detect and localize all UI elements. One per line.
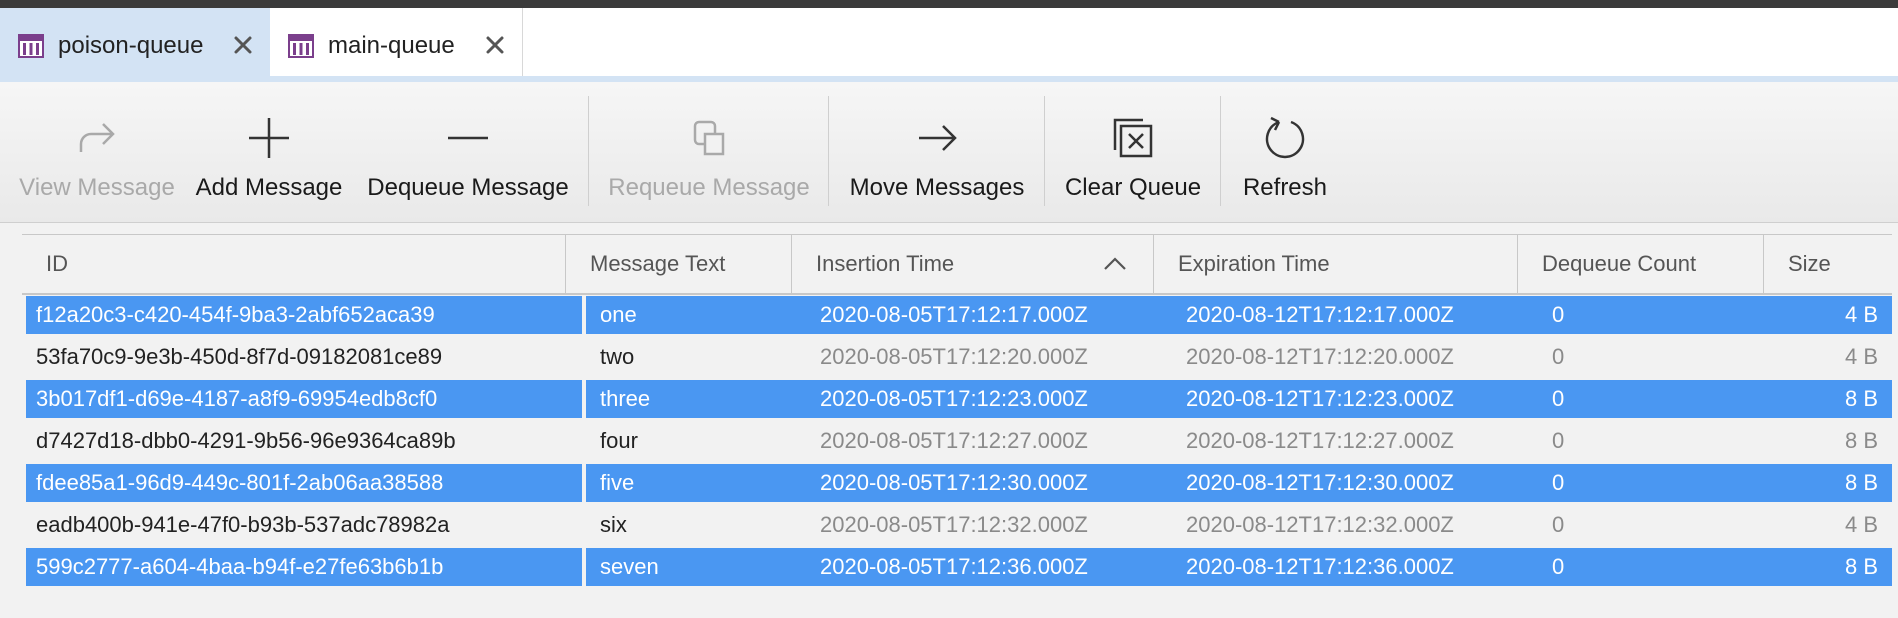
- plus-icon: [249, 118, 289, 158]
- clear-queue-button[interactable]: Clear Queue: [1065, 82, 1201, 222]
- cell-inserted: 2020-08-05T17:12:20.000Z: [820, 344, 1088, 369]
- cell-dequeue: 0: [1552, 470, 1565, 495]
- arrow-right-icon: [919, 125, 957, 151]
- table-row[interactable]: 599c2777-a604-4baa-b94f-e27fe63b6b1b seve…: [22, 546, 1892, 588]
- window-title-strip: [0, 0, 1898, 8]
- tab-poison-queue[interactable]: poison-queue: [0, 8, 270, 84]
- cell-size: 4 B: [1844, 302, 1878, 327]
- cell-size: 8 B: [1844, 470, 1878, 495]
- queue-icon: [18, 34, 44, 58]
- cell-expires: 2020-08-12T17:12:23.000Z: [1186, 386, 1454, 411]
- column-header-id[interactable]: ID: [22, 235, 566, 293]
- cell-dequeue: 0: [1552, 554, 1565, 579]
- cell-text: seven: [600, 554, 659, 579]
- dequeue-message-button[interactable]: Dequeue Message: [367, 82, 569, 222]
- table-row[interactable]: d7427d18-dbb0-4291-9b56-96e9364ca89b four…: [22, 420, 1892, 462]
- table-row[interactable]: f12a20c3-c420-454f-9ba3-2abf652aca39 one 2…: [22, 294, 1892, 336]
- tab-label: main-queue: [328, 32, 455, 59]
- view-message-button[interactable]: View Message: [18, 82, 176, 222]
- column-header-insertion-time[interactable]: Insertion Time: [792, 235, 1154, 293]
- cell-inserted: 2020-08-05T17:12:17.000Z: [820, 302, 1088, 327]
- table-row[interactable]: 3b017df1-d69e-4187-a8f9-69954edb8cf0 thre…: [22, 378, 1892, 420]
- cell-text: one: [600, 302, 637, 327]
- tab-main-queue[interactable]: main-queue: [270, 8, 523, 84]
- close-icon[interactable]: [484, 34, 506, 56]
- toolbar-separator: [1220, 96, 1221, 206]
- share-arrow-icon: [79, 123, 115, 152]
- toolbar-separator: [1044, 96, 1045, 206]
- column-header-expiration-time[interactable]: Expiration Time: [1154, 235, 1518, 293]
- cell-text: five: [600, 470, 635, 495]
- cell-id: 3b017df1-d69e-4187-a8f9-69954edb8cf0: [36, 386, 438, 411]
- cell-size: 8 B: [1844, 386, 1878, 411]
- cell-inserted: 2020-08-05T17:12:27.000Z: [820, 428, 1088, 453]
- cell-expires: 2020-08-12T17:12:27.000Z: [1186, 428, 1454, 453]
- column-header-message-text[interactable]: Message Text: [566, 235, 792, 293]
- minus-icon: [448, 136, 488, 140]
- toolbar: View Message Add Message Dequeue Message…: [0, 82, 1898, 223]
- cell-dequeue: 0: [1552, 302, 1565, 327]
- requeue-message-button[interactable]: Requeue Message: [608, 82, 810, 222]
- column-header-dequeue-count[interactable]: Dequeue Count: [1518, 235, 1764, 293]
- toolbar-separator: [828, 96, 829, 206]
- cell-id: fdee85a1-96d9-449c-801f-2ab06aa38588: [36, 470, 444, 495]
- cell-expires: 2020-08-12T17:12:36.000Z: [1186, 554, 1454, 579]
- cell-size: 8 B: [1844, 554, 1878, 579]
- column-header-size[interactable]: Size: [1764, 235, 1892, 293]
- cell-text: four: [600, 428, 638, 453]
- table-row[interactable]: 53fa70c9-9e3b-450d-8f7d-09182081ce89 two 2…: [22, 336, 1892, 378]
- close-icon[interactable]: [232, 34, 254, 56]
- cell-dequeue: 0: [1552, 344, 1565, 369]
- sort-ascending-icon: [1104, 257, 1126, 270]
- cell-inserted: 2020-08-05T17:12:36.000Z: [820, 554, 1088, 579]
- move-messages-button[interactable]: Move Messages: [850, 82, 1024, 222]
- toolbar-separator: [588, 96, 589, 206]
- cell-expires: 2020-08-12T17:12:20.000Z: [1186, 344, 1454, 369]
- cell-id: 599c2777-a604-4baa-b94f-e27fe63b6b1b: [36, 554, 444, 579]
- cell-expires: 2020-08-12T17:12:17.000Z: [1186, 302, 1454, 327]
- cell-inserted: 2020-08-05T17:12:32.000Z: [820, 512, 1088, 537]
- cell-dequeue: 0: [1552, 428, 1565, 453]
- clear-queue-icon: [1113, 118, 1153, 158]
- table-row[interactable]: fdee85a1-96d9-449c-801f-2ab06aa38588 five…: [22, 462, 1892, 504]
- cell-dequeue: 0: [1552, 386, 1565, 411]
- grid-header: ID Message Text Insertion Time Expiratio…: [22, 234, 1892, 295]
- cell-size: 4 B: [1844, 344, 1878, 369]
- refresh-button[interactable]: Refresh: [1242, 82, 1328, 222]
- cell-id: d7427d18-dbb0-4291-9b56-96e9364ca89b: [36, 428, 456, 453]
- cell-size: 8 B: [1844, 428, 1878, 453]
- requeue-icon: [693, 120, 725, 156]
- queue-icon: [288, 34, 314, 58]
- cell-id: f12a20c3-c420-454f-9ba3-2abf652aca39: [36, 302, 435, 327]
- cell-size: 4 B: [1844, 512, 1878, 537]
- tab-label: poison-queue: [58, 32, 204, 59]
- cell-expires: 2020-08-12T17:12:32.000Z: [1186, 512, 1454, 537]
- add-message-button[interactable]: Add Message: [194, 82, 344, 222]
- cell-text: three: [600, 386, 651, 411]
- cell-inserted: 2020-08-05T17:12:30.000Z: [820, 470, 1088, 495]
- cell-text: two: [600, 344, 635, 369]
- cell-inserted: 2020-08-05T17:12:23.000Z: [820, 386, 1088, 411]
- cell-dequeue: 0: [1552, 512, 1565, 537]
- messages-grid: ID Message Text Insertion Time Expiratio…: [22, 234, 1892, 594]
- cell-expires: 2020-08-12T17:12:30.000Z: [1186, 470, 1454, 495]
- refresh-icon: [1265, 116, 1305, 159]
- cell-id: 53fa70c9-9e3b-450d-8f7d-09182081ce89: [36, 344, 443, 369]
- cell-id: eadb400b-941e-47f0-b93b-537adc78982a: [36, 512, 450, 537]
- tab-bar: poison-queue main-queue: [0, 8, 1898, 84]
- table-row[interactable]: eadb400b-941e-47f0-b93b-537adc78982a six 2…: [22, 504, 1892, 546]
- cell-text: six: [600, 512, 627, 537]
